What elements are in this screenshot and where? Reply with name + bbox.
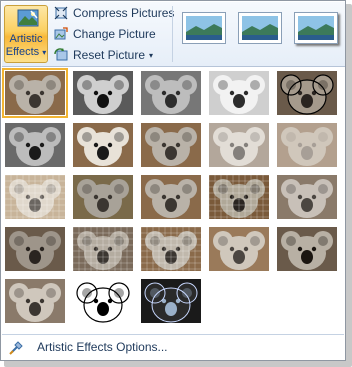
koala-thumbnail [209, 123, 269, 167]
effect-thumbnail-crisscross-etching[interactable] [141, 227, 201, 271]
artistic-effects-icon [17, 9, 39, 27]
koala-thumbnail [5, 123, 65, 167]
koala-thumbnail [73, 175, 133, 219]
effect-thumbnail-glass[interactable] [277, 175, 337, 219]
effect-thumbnail-paint-strokes[interactable] [73, 123, 133, 167]
menu-separator [2, 334, 344, 335]
effect-thumbnail-cement[interactable] [5, 227, 65, 271]
koala-thumbnail [73, 279, 133, 323]
koala-thumbnail [277, 123, 337, 167]
koala-thumbnail [277, 71, 337, 115]
koala-thumbnail [209, 227, 269, 271]
effect-thumbnail-pastels-smooth[interactable] [209, 227, 269, 271]
picture-style-plain[interactable] [182, 12, 226, 44]
koala-thumbnail [141, 71, 201, 115]
change-picture-button[interactable]: Change Picture [54, 25, 156, 43]
landscape-thumbnail [298, 16, 334, 40]
effect-thumbnail-blur[interactable] [277, 123, 337, 167]
effect-thumbnail-glow-diffused[interactable] [209, 123, 269, 167]
koala-thumbnail [73, 71, 133, 115]
effect-thumbnail-paint-brush[interactable] [141, 123, 201, 167]
effect-thumbnail-pencil-grayscale[interactable] [141, 71, 201, 115]
koala-thumbnail [277, 175, 337, 219]
landscape-thumbnail [242, 16, 278, 40]
koala-thumbnail [5, 227, 65, 271]
compress-pictures-button[interactable]: Compress Pictures [54, 4, 174, 22]
effect-thumbnail-film-grain[interactable] [141, 175, 201, 219]
picture-style-shadow[interactable] [294, 12, 338, 44]
reset-picture-icon [54, 48, 68, 61]
ribbon-separator [172, 6, 173, 62]
koala-thumbnail [5, 71, 65, 115]
effect-thumbnail-texturizer[interactable] [73, 227, 133, 271]
effect-thumbnail-none[interactable] [2, 68, 68, 118]
effect-thumbnail-line-drawing[interactable] [277, 71, 337, 115]
artistic-effects-button[interactable]: Artistic Effects ▾ [4, 5, 48, 63]
effect-thumbnail-marker[interactable] [73, 71, 133, 115]
picture-style-border[interactable] [238, 12, 282, 44]
effect-thumbnail-watercolor-sponge[interactable] [73, 175, 133, 219]
effect-thumbnail-mosaic-bubbles[interactable] [209, 175, 269, 219]
compress-pictures-label: Compress Pictures [73, 6, 175, 20]
effect-thumbnail-photocopy[interactable] [73, 279, 133, 323]
ribbon-adjust-group: Artistic Effects ▾ Compress Pictures Cha… [2, 2, 345, 67]
effect-thumbnail-chalk-sketch[interactable] [5, 123, 65, 167]
koala-thumbnail [141, 123, 201, 167]
koala-thumbnail [209, 71, 269, 115]
artistic-effects-options-label: Artistic Effects Options... [37, 340, 168, 354]
chevron-down-icon: ▾ [42, 48, 47, 57]
artistic-effects-gallery [2, 68, 343, 329]
effects-options-icon [9, 341, 23, 355]
koala-thumbnail [277, 227, 337, 271]
landscape-thumbnail [186, 16, 222, 40]
change-picture-label: Change Picture [73, 27, 156, 41]
artistic-effects-dropdown: Artistic Effects ▾ Compress Pictures Cha… [0, 0, 346, 361]
koala-thumbnail [5, 175, 65, 219]
effect-thumbnail-glow-edges[interactable] [141, 279, 201, 323]
chevron-down-icon: ▾ [149, 50, 154, 60]
koala-thumbnail [209, 175, 269, 219]
effect-thumbnail-light-screen[interactable] [5, 175, 65, 219]
effect-thumbnail-pencil-sketch[interactable] [209, 71, 269, 115]
change-picture-icon [54, 27, 68, 40]
koala-thumbnail [73, 123, 133, 167]
koala-thumbnail [73, 227, 133, 271]
reset-picture-label: Reset Picture [73, 48, 146, 62]
koala-thumbnail [5, 279, 65, 323]
koala-thumbnail [141, 279, 201, 323]
artistic-effects-label-line2: Effects ▾ [5, 46, 47, 59]
artistic-effects-label-text: Effects [5, 46, 40, 58]
compress-icon [54, 6, 68, 20]
effect-thumbnail-cutout[interactable] [5, 279, 65, 323]
effect-thumbnail-plastic-wrap[interactable] [277, 227, 337, 271]
reset-picture-button[interactable]: Reset Picture ▾ [54, 46, 153, 64]
koala-thumbnail [141, 175, 201, 219]
artistic-effects-label-line1: Artistic [9, 33, 43, 45]
koala-thumbnail [141, 227, 201, 271]
artistic-effects-options-item[interactable]: Artistic Effects Options... [9, 338, 168, 356]
